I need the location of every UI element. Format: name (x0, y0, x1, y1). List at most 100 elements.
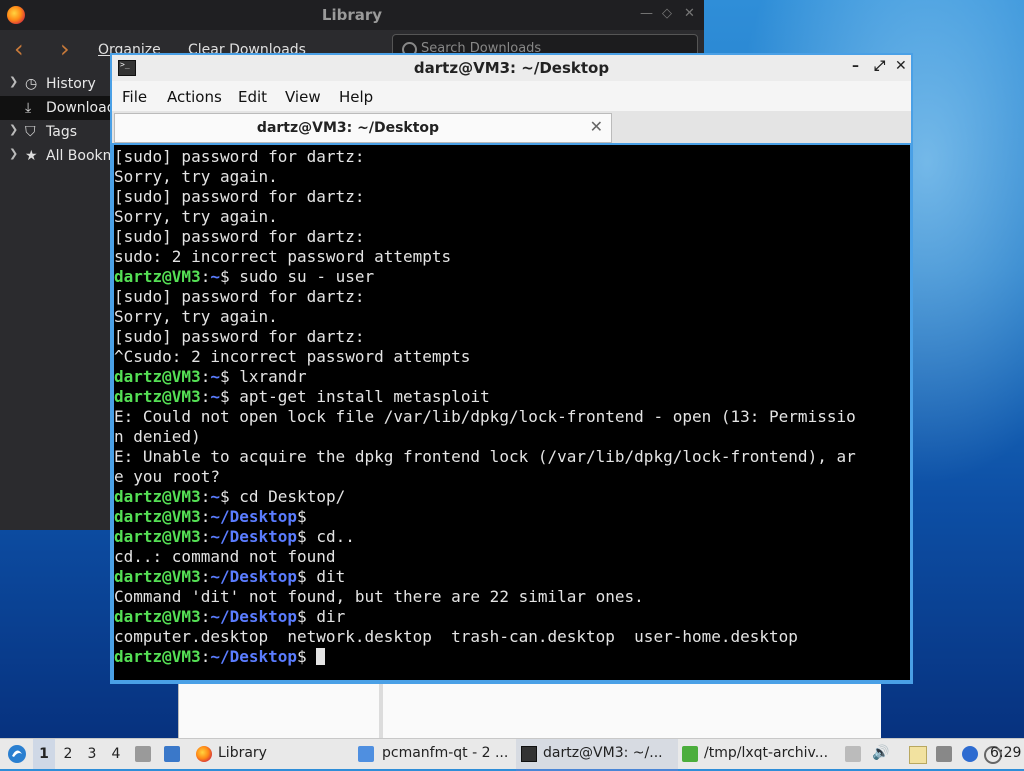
command-text: apt-get install metasploit (229, 387, 490, 406)
terminal-line: Sorry, try again. (114, 307, 278, 326)
folder-icon (358, 746, 374, 762)
task-pcmanfm[interactable]: pcmanfm-qt - 2 ... (356, 739, 514, 769)
task-archive[interactable]: /tmp/lxqt-archiv... (680, 739, 838, 769)
command-text: dit (306, 567, 346, 586)
prompt-path: ~/Desktop (210, 567, 298, 586)
prompt-path: ~/Desktop (210, 607, 298, 626)
clock-icon: ◷ (25, 76, 38, 92)
workspace-4[interactable]: 4 (105, 739, 127, 769)
close-tab-icon[interactable]: ✕ (590, 117, 603, 136)
pane-divider[interactable] (379, 680, 383, 738)
terminal-line: dartz@VM3:~$ lxrandr (114, 367, 307, 386)
terminal-tab[interactable]: dartz@VM3: ~/Desktop ✕ (114, 113, 612, 143)
prompt-user: dartz@VM3 (114, 507, 201, 526)
command-text: cd.. (306, 527, 355, 546)
terminal-line: dartz@VM3:~$ cd Desktop/ (114, 487, 346, 506)
text-cursor (316, 648, 326, 665)
terminal-line: sudo: 2 incorrect password attempts (114, 247, 452, 266)
download-icon: ⤓ (25, 100, 32, 116)
menu-view[interactable]: View (285, 88, 321, 106)
menu-help[interactable]: Help (339, 88, 373, 106)
library-sidebar: ❯ ◷ History ⤓ Downloads ❯ ⛉ Tags ❯ ★ All… (0, 70, 112, 530)
prompt-user: dartz@VM3 (114, 387, 201, 406)
terminal-line: dartz@VM3:~$ sudo su - user (114, 267, 375, 286)
update-icon[interactable] (962, 746, 978, 762)
clock[interactable]: 6:29 (990, 739, 1022, 769)
archive-launcher-icon[interactable] (135, 746, 151, 762)
terminal-line: Sorry, try again. (114, 167, 278, 186)
clipboard-icon[interactable] (909, 746, 927, 764)
terminal-line: [sudo] password for dartz: (114, 287, 365, 306)
command-text: cd Desktop/ (229, 487, 346, 506)
command-text: dir (306, 607, 346, 626)
prompt-path: ~ (210, 487, 220, 506)
main-menu-button[interactable] (4, 739, 30, 769)
show-desktop-icon[interactable] (164, 746, 180, 762)
terminal-line: dartz@VM3:~/Desktop$ dir (114, 607, 346, 626)
terminal-line: dartz@VM3:~/Desktop$ cd.. (114, 527, 355, 546)
terminal-title: dartz@VM3: ~/Desktop (413, 59, 610, 77)
terminal-line: [sudo] password for dartz: (114, 327, 365, 346)
terminal-line: Command 'dit' not found, but there are 2… (114, 587, 644, 606)
notifications-icon[interactable] (845, 746, 861, 762)
prompt-user: dartz@VM3 (114, 487, 201, 506)
terminal-output[interactable]: [sudo] password for dartz: Sorry, try aga… (114, 145, 910, 680)
chevron-right-icon: ❯ (9, 147, 19, 160)
prompt-user: dartz@VM3 (114, 367, 201, 386)
close-icon[interactable]: ✕ (684, 6, 695, 21)
sidebar-item-tags[interactable]: ❯ ⛉ Tags (0, 120, 112, 144)
task-terminal[interactable]: dartz@VM3: ~/... (516, 739, 678, 771)
minimize-icon[interactable]: — (640, 6, 653, 21)
prompt-path: ~/Desktop (210, 507, 298, 526)
terminal-titlebar[interactable]: dartz@VM3: ~/Desktop – ⤢ ✕ (112, 55, 911, 81)
workspace-2[interactable]: 2 (57, 739, 79, 769)
prompt-user: dartz@VM3 (114, 527, 201, 546)
lxqt-logo-icon (8, 745, 26, 763)
menu-edit[interactable]: Edit (238, 88, 267, 106)
chevron-right-icon: ❯ (9, 123, 19, 136)
taskbar: 1 2 3 4 Library pcmanfm-qt - 2 ... dartz… (0, 738, 1024, 771)
forward-icon[interactable]: › (60, 35, 70, 63)
minimize-icon[interactable]: – (852, 58, 859, 74)
terminal-line: dartz@VM3:~/Desktop$ (114, 647, 326, 667)
terminal-line: E: Could not open lock file /var/lib/dpk… (114, 407, 856, 426)
menu-file[interactable]: File (122, 88, 147, 106)
file-manager-window (178, 680, 881, 738)
terminal-line: dartz@VM3:~/Desktop$ (114, 507, 307, 526)
terminal-window: dartz@VM3: ~/Desktop – ⤢ ✕ File Actions … (110, 53, 913, 684)
chevron-right-icon: ❯ (9, 75, 19, 88)
terminal-line: [sudo] password for dartz: (114, 187, 365, 206)
terminal-line: n denied) (114, 427, 201, 446)
sidebar-item-history[interactable]: ❯ ◷ History (0, 72, 112, 96)
terminal-tabbar: dartz@VM3: ~/Desktop ✕ (112, 111, 911, 143)
prompt-path: ~ (210, 387, 220, 406)
terminal-line: [sudo] password for dartz: (114, 227, 365, 246)
prompt-user: dartz@VM3 (114, 567, 201, 586)
command-text: lxrandr (229, 367, 307, 386)
prompt-path: ~ (210, 367, 220, 386)
prompt-user: dartz@VM3 (114, 647, 201, 666)
sidebar-item-all-bookmarks[interactable]: ❯ ★ All Bookmarks (0, 144, 112, 168)
volume-icon[interactable]: 🔊 (872, 739, 890, 769)
library-titlebar: Library — ◇ ✕ (0, 0, 704, 30)
keyboard-icon[interactable] (936, 746, 952, 762)
terminal-icon (521, 746, 537, 762)
prompt-user: dartz@VM3 (114, 267, 201, 286)
library-title: Library (321, 6, 383, 24)
workspace-3[interactable]: 3 (81, 739, 103, 769)
terminal-line: E: Unable to acquire the dpkg frontend l… (114, 447, 856, 466)
prompt-user: dartz@VM3 (114, 607, 201, 626)
back-icon[interactable]: ‹ (14, 35, 24, 63)
terminal-line: Sorry, try again. (114, 207, 278, 226)
workspace-1[interactable]: 1 (33, 739, 55, 769)
prompt-path: ~/Desktop (210, 527, 298, 546)
maximize-icon[interactable]: ◇ (662, 6, 672, 21)
close-icon[interactable]: ✕ (895, 58, 907, 74)
sidebar-item-downloads[interactable]: ⤓ Downloads (0, 96, 112, 120)
star-icon: ★ (25, 148, 38, 164)
terminal-menubar: File Actions Edit View Help (112, 81, 911, 111)
terminal-line: cd..: command not found (114, 547, 336, 566)
task-library[interactable]: Library (192, 739, 352, 769)
maximize-icon[interactable]: ⤢ (874, 58, 885, 74)
menu-actions[interactable]: Actions (167, 88, 222, 106)
